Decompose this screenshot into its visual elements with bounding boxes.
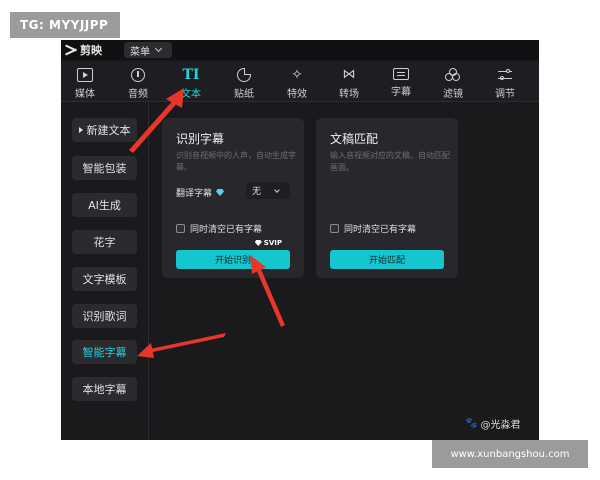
- app-logo: 剪映: [65, 42, 102, 58]
- sidebar-item-label: 花字: [93, 236, 116, 249]
- chevron-down-icon: [154, 44, 163, 53]
- svip-badge: SVIP: [254, 239, 282, 247]
- caret-right-icon: [78, 127, 83, 133]
- text-icon: TI: [182, 67, 200, 83]
- tab-label: 字幕: [391, 87, 411, 98]
- start-match-button[interactable]: 开始匹配: [330, 250, 444, 269]
- tab-label: 调节: [495, 89, 515, 100]
- tab-label: 转场: [339, 89, 359, 100]
- menu-button-label: 菜单: [130, 46, 150, 58]
- filter-icon: [445, 68, 461, 82]
- text-sidebar: 新建文本 智能包装 AI生成 花字 文字模板 识别歌词 智能字幕 本地字幕: [61, 102, 149, 440]
- clear-existing-checkbox[interactable]: [330, 224, 339, 233]
- tab-transition[interactable]: ⋈ 转场: [329, 66, 369, 101]
- chevron-down-icon: [274, 186, 280, 193]
- tab-label: 特效: [287, 89, 307, 100]
- start-recognize-button[interactable]: SVIP 开始识别: [176, 239, 290, 269]
- clear-existing-label: 同时清空已有字幕: [190, 225, 263, 235]
- sidebar-item-ai-generate[interactable]: AI生成: [72, 193, 137, 217]
- sidebar-item-smart-packaging[interactable]: 智能包装: [72, 156, 137, 180]
- watermark-bottom: www.xunbangshou.com: [432, 440, 588, 468]
- tab-subtitle[interactable]: 字幕: [381, 66, 421, 100]
- sidebar-item-label: 识别歌词: [82, 310, 127, 323]
- adjust-icon: [497, 68, 513, 82]
- tab-filter[interactable]: 滤镜: [433, 66, 473, 100]
- tab-sticker[interactable]: 贴纸: [224, 66, 264, 100]
- sidebar-item-text-template[interactable]: 文字模板: [72, 267, 137, 291]
- effects-icon: ✧: [291, 67, 303, 83]
- menu-button[interactable]: 菜单: [124, 42, 172, 58]
- sidebar-item-label: AI生成: [88, 199, 121, 212]
- tab-label: 音频: [128, 89, 148, 100]
- author-watermark-text: @光淼君: [480, 420, 521, 431]
- clear-existing-subtitles-option[interactable]: 同时清空已有字幕: [330, 222, 416, 235]
- sidebar-item-label: 本地字幕: [82, 383, 127, 396]
- sidebar-item-label: 智能字幕: [82, 346, 127, 359]
- sidebar-item-label: 新建文本: [86, 124, 131, 137]
- card-title: 识别字幕: [176, 132, 225, 146]
- card-description: 输入音视频对应的文稿，自动匹配画面。: [330, 151, 450, 172]
- sidebar-item-label: 智能包装: [82, 162, 127, 175]
- sidebar-item-new-text[interactable]: 新建文本: [72, 118, 137, 142]
- translate-row: 翻译字幕: [176, 186, 225, 199]
- recognize-subtitle-card: 识别字幕 识别音视频中的人声，自动生成字幕。 翻译字幕 无 同时清空已有字幕 S…: [162, 118, 304, 278]
- tab-audio[interactable]: 音频: [118, 66, 158, 100]
- tab-adjust[interactable]: 调节: [485, 66, 525, 100]
- clear-existing-label: 同时清空已有字幕: [344, 225, 417, 235]
- translate-label: 翻译字幕: [176, 189, 213, 199]
- paw-icon: 🐾: [465, 418, 478, 429]
- diamond-icon: [254, 240, 262, 246]
- start-recognize-label: 开始识别: [214, 256, 251, 266]
- card-title: 文稿匹配: [330, 132, 379, 146]
- subtitle-icon: [393, 68, 409, 80]
- tab-label: 滤镜: [443, 89, 463, 100]
- sticker-icon: [237, 68, 251, 82]
- sidebar-item-label: 文字模板: [82, 273, 127, 286]
- sidebar-item-local-subtitle[interactable]: 本地字幕: [72, 377, 137, 401]
- sidebar-item-smart-subtitle[interactable]: 智能字幕: [72, 340, 137, 364]
- transition-icon: ⋈: [342, 67, 356, 82]
- tab-label: 文本: [181, 89, 201, 100]
- clear-existing-subtitles-option[interactable]: 同时清空已有字幕: [176, 222, 262, 235]
- media-icon: [77, 68, 93, 82]
- script-match-card: 文稿匹配 输入音视频对应的文稿，自动匹配画面。 同时清空已有字幕 开始匹配: [316, 118, 458, 278]
- sidebar-item-recognize-lyrics[interactable]: 识别歌词: [72, 304, 137, 328]
- translate-value: 无: [252, 187, 262, 197]
- svip-badge-label: SVIP: [263, 239, 282, 247]
- capcut-logo-icon: [65, 45, 77, 55]
- author-watermark: 🐾 @光淼君: [465, 416, 520, 431]
- tab-effects[interactable]: ✧ 特效: [277, 66, 317, 100]
- card-description: 识别音视频中的人声，自动生成字幕。: [176, 151, 296, 172]
- app-logo-text: 剪映: [80, 44, 102, 57]
- title-bar: 剪映 菜单: [61, 40, 539, 60]
- start-match-label: 开始匹配: [368, 256, 405, 266]
- tab-label: 贴纸: [234, 89, 254, 100]
- tab-label: 媒体: [75, 89, 95, 100]
- tab-media[interactable]: 媒体: [65, 66, 105, 100]
- audio-icon: [131, 68, 145, 82]
- clear-existing-checkbox[interactable]: [176, 224, 185, 233]
- translate-language-select[interactable]: 无: [246, 182, 290, 199]
- watermark-top: TG: MYYJJPP: [10, 12, 120, 38]
- tab-text[interactable]: TI 文本: [171, 66, 211, 100]
- main-toolbar: 媒体 音频 TI 文本 贴纸 ✧ 特效 ⋈ 转场 字幕 滤镜 调节: [61, 62, 539, 102]
- diamond-vip-icon: [216, 189, 225, 196]
- sidebar-item-fancy-text[interactable]: 花字: [72, 230, 137, 254]
- app-window: 剪映 菜单 媒体 音频 TI 文本 贴纸 ✧ 特效 ⋈ 转场 字幕 滤镜 调节 …: [61, 40, 539, 440]
